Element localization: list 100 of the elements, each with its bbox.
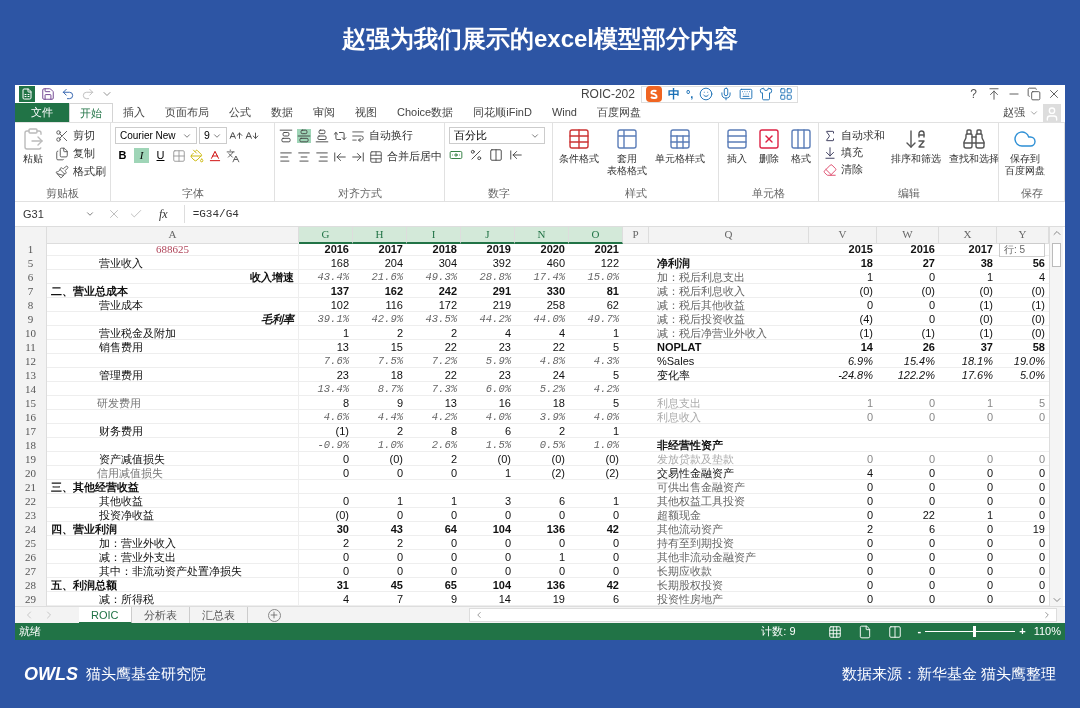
table-cell-text: 0 (611, 550, 620, 564)
font-size-field[interactable]: 9 (199, 127, 227, 144)
cells-button[interactable]: 删除 (755, 127, 783, 165)
table-cell-text: 0 (985, 550, 994, 564)
column-header[interactable]: Q (649, 227, 809, 244)
table-cell-text: 17.4% (532, 270, 566, 284)
help-button[interactable]: ? (966, 85, 981, 103)
ribbon-tab[interactable]: 插入 (113, 103, 155, 122)
table-cell-text: 8 (341, 396, 350, 410)
styles-button[interactable]: 套用 表格格式 (605, 127, 649, 177)
column-header[interactable]: I (407, 227, 461, 244)
microphone-icon[interactable] (719, 87, 734, 101)
ribbon-display-icon[interactable] (987, 87, 1001, 101)
editing-button[interactable]: 查找和选择 (947, 127, 1001, 165)
table-cell-text: 4.0% (484, 410, 512, 424)
name-box[interactable]: G31 (19, 205, 99, 223)
ime-mode-button[interactable]: 中 (667, 88, 680, 100)
column-header[interactable]: G (299, 227, 353, 244)
align-center-icon[interactable] (297, 149, 311, 164)
percent-icon[interactable] (469, 148, 483, 162)
editing-button[interactable]: 自动求和 (823, 127, 885, 144)
editing-button[interactable]: 排序和筛选 (889, 127, 943, 165)
increase-indent-icon[interactable] (351, 149, 365, 164)
column-header[interactable]: Y (997, 227, 1049, 244)
wrap-text-button[interactable]: 自动换行 (351, 127, 413, 144)
file-tab[interactable]: 文件 (15, 103, 69, 122)
decrease-indent-icon[interactable] (333, 149, 347, 164)
clipboard-button[interactable]: 复制 (55, 145, 106, 162)
clipboard-button[interactable]: 剪切 (55, 127, 106, 144)
align-right-icon[interactable] (315, 149, 329, 164)
ribbon-tab[interactable]: Wind (541, 103, 587, 122)
undo-icon[interactable] (61, 87, 75, 101)
editing-button[interactable]: 清除 (823, 161, 885, 178)
merge-center-button[interactable]: 合并后居中 (369, 148, 442, 165)
smiley-icon[interactable] (699, 87, 714, 101)
column-header[interactable]: V (809, 227, 877, 244)
scrollbar-thumb[interactable] (1052, 243, 1061, 267)
ribbon-tab[interactable]: 数据 (261, 103, 303, 122)
page-layout-icon[interactable] (857, 624, 872, 639)
cells-button[interactable]: 格式 (787, 127, 815, 165)
ribbon-tab[interactable]: 视图 (345, 103, 387, 122)
align-middle-icon[interactable] (297, 128, 311, 143)
zoom-slider-thumb[interactable] (973, 626, 977, 637)
ribbon-tab[interactable]: 百度网盘 (587, 103, 651, 122)
keyboard-icon[interactable] (739, 87, 754, 101)
column-header[interactable]: W (877, 227, 939, 244)
save-icon[interactable] (41, 87, 55, 101)
styles-button[interactable]: 条件格式 (557, 127, 601, 165)
table-cell-text: (1) (334, 424, 350, 438)
row-label: 长期应收款 (656, 564, 713, 578)
toolbox-icon[interactable] (779, 87, 794, 101)
horizontal-scrollbar[interactable] (468, 608, 1057, 622)
zoom-in-button[interactable]: + (1019, 623, 1026, 640)
close-icon[interactable] (1047, 87, 1061, 101)
ribbon-tab[interactable]: 开始 (69, 103, 113, 122)
column-header[interactable]: A (47, 227, 299, 244)
align-top-icon[interactable] (279, 128, 293, 143)
ribbon-tab[interactable]: Choice数据 (387, 103, 464, 122)
font-style-button[interactable]: U (153, 148, 168, 163)
number-format-field[interactable]: 百分比 (449, 127, 545, 144)
column-header[interactable]: H (353, 227, 407, 244)
border-icon[interactable] (172, 148, 186, 163)
column-header[interactable]: P (623, 227, 649, 244)
ime-punctuation-button[interactable]: °, (685, 88, 694, 100)
font-style-button[interactable]: I (134, 148, 149, 163)
editing-button[interactable]: 填充 (823, 144, 885, 161)
zoom-slider[interactable] (925, 626, 1016, 637)
ribbon-tab[interactable]: 页面布局 (155, 103, 219, 122)
row-label: 减：税后净营业外收入 (656, 326, 768, 340)
ribbon-tab[interactable]: 审阅 (303, 103, 345, 122)
align-bottom-icon[interactable] (315, 128, 329, 143)
column-header[interactable]: X (939, 227, 997, 244)
currency-icon[interactable] (449, 148, 463, 162)
shirt-icon[interactable] (759, 87, 774, 101)
function-button[interactable]: fx (151, 205, 176, 223)
fill-color-icon[interactable] (190, 148, 204, 163)
font-style-button[interactable]: B (115, 148, 130, 163)
ribbon-tab[interactable]: 公式 (219, 103, 261, 122)
align-left-icon[interactable] (279, 149, 293, 164)
normal-view-icon[interactable] (827, 624, 842, 639)
clipboard-button[interactable]: 格式刷 (55, 163, 106, 180)
table-cell-text: 0 (927, 578, 936, 592)
paste-button[interactable]: 粘贴 (19, 127, 47, 165)
scroll-right-icon[interactable] (1042, 610, 1052, 620)
column-header[interactable]: N (515, 227, 569, 244)
cells-button[interactable]: 插入 (723, 127, 751, 165)
styles-button[interactable]: 单元格样式 (653, 127, 707, 165)
sheet-tab[interactable]: ROIC (79, 606, 132, 624)
column-header[interactable]: J (461, 227, 515, 244)
font-color-icon[interactable] (208, 148, 222, 163)
page-break-icon[interactable] (887, 624, 902, 639)
caret-icon[interactable] (85, 209, 95, 219)
ribbon-tab[interactable]: 同花顺iFinD (463, 103, 542, 122)
zoom-out-button[interactable]: - (917, 623, 922, 640)
font-name-field[interactable]: Courier New (115, 127, 197, 144)
save-cloud-button[interactable]: 保存到 百度网盘 (1003, 127, 1047, 177)
phonetic-icon[interactable] (226, 148, 240, 163)
column-header[interactable]: O (569, 227, 623, 244)
restore-icon[interactable] (1027, 87, 1041, 101)
formula-field[interactable]: =G34/G4 (183, 205, 1061, 223)
